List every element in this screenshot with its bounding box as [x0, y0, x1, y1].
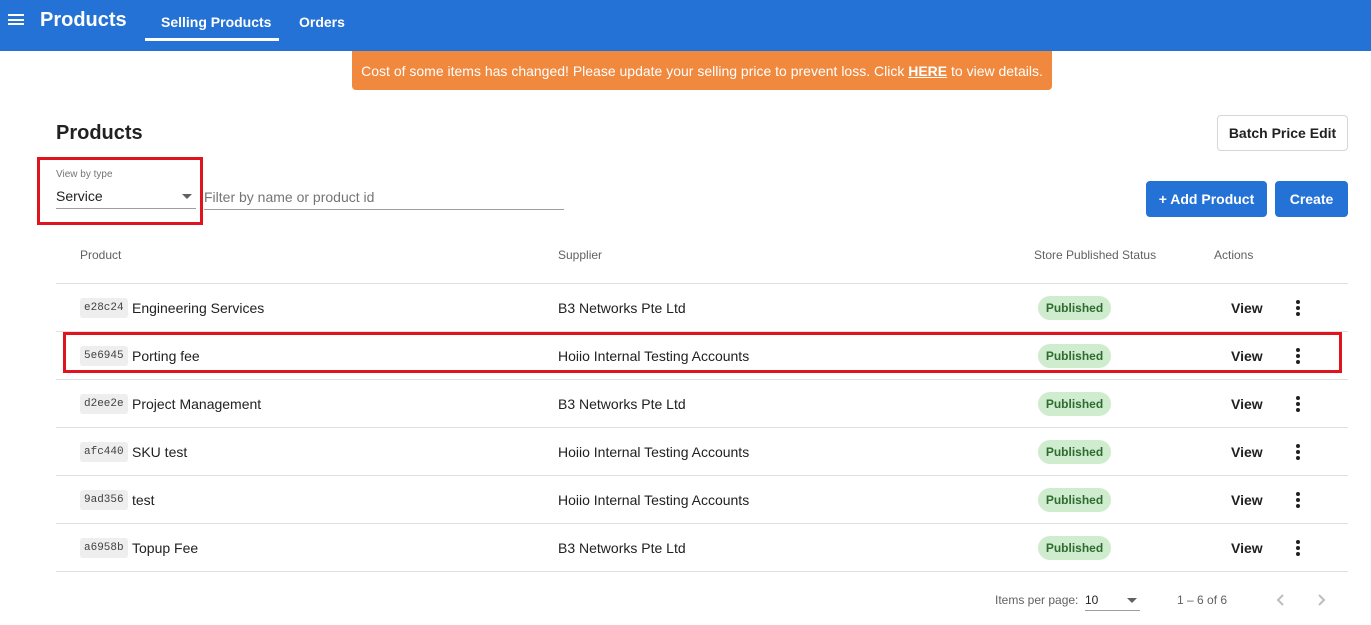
product-name: Project Management [132, 396, 262, 412]
add-product-button[interactable]: + Add Product [1146, 181, 1267, 217]
table-row[interactable]: 5e6945 Porting fee Hoiio Internal Testin… [56, 332, 1348, 380]
status-badge: Published [1038, 344, 1111, 368]
more-vert-icon[interactable] [1292, 491, 1304, 509]
page-title: Products [56, 122, 143, 144]
product-id-chip: d2ee2e [80, 394, 128, 414]
product-id-chip: e28c24 [80, 298, 128, 318]
supplier-name: B3 Networks Pte Ltd [558, 300, 686, 316]
tab-selling-products[interactable]: Selling Products [161, 14, 271, 30]
banner-here-link[interactable]: HERE [908, 63, 947, 79]
items-per-page-select[interactable]: 10 [1085, 588, 1140, 612]
supplier-name: Hoiio Internal Testing Accounts [558, 492, 750, 508]
active-tab-indicator [145, 38, 279, 41]
top-app-bar: Products Selling Products Orders [0, 0, 1371, 51]
column-header-status: Store Published Status [1034, 248, 1157, 262]
more-vert-icon[interactable] [1292, 299, 1304, 317]
product-id-chip: a6958b [80, 538, 128, 558]
column-header-actions: Actions [1214, 248, 1254, 262]
product-name: Topup Fee [132, 540, 199, 556]
product-id-chip: 9ad356 [80, 490, 128, 510]
column-header-supplier: Supplier [558, 248, 603, 262]
status-badge: Published [1038, 440, 1111, 464]
price-change-banner: Cost of some items has changed! Please u… [352, 51, 1052, 90]
menu-icon[interactable] [8, 14, 24, 28]
table-row[interactable]: e28c24 Engineering Services B3 Networks … [56, 284, 1348, 332]
banner-text-end: to view details. [947, 63, 1043, 79]
app-title: Products [40, 9, 127, 31]
status-badge: Published [1038, 536, 1111, 560]
dropdown-arrow-icon [1127, 598, 1137, 603]
select-underline [56, 208, 196, 209]
supplier-name: Hoiio Internal Testing Accounts [558, 444, 750, 460]
view-button[interactable]: View [1231, 300, 1263, 316]
view-button[interactable]: View [1231, 348, 1263, 364]
view-button[interactable]: View [1231, 396, 1263, 412]
previous-page-button[interactable] [1271, 590, 1291, 610]
product-id-chip: afc440 [80, 442, 128, 462]
tab-orders[interactable]: Orders [299, 14, 345, 30]
batch-price-edit-button[interactable]: Batch Price Edit [1217, 115, 1348, 151]
table-row[interactable]: d2ee2e Project Management B3 Networks Pt… [56, 380, 1348, 428]
next-page-button[interactable] [1311, 590, 1331, 610]
pagination-range: 1 – 6 of 6 [1177, 593, 1228, 607]
items-per-page-value: 10 [1085, 593, 1099, 607]
more-vert-icon[interactable] [1292, 347, 1304, 365]
column-header-product: Product [80, 248, 122, 262]
view-by-type-label: View by type [56, 169, 113, 180]
chevron-left-icon [1276, 594, 1284, 606]
items-per-page-label: Items per page: [995, 593, 1079, 607]
table-row[interactable]: a6958b Topup Fee B3 Networks Pte Ltd Pub… [56, 524, 1348, 572]
banner-text: Cost of some items has changed! Please u… [361, 63, 909, 79]
dropdown-arrow-icon [182, 194, 192, 199]
view-button[interactable]: View [1231, 492, 1263, 508]
create-button[interactable]: Create [1275, 181, 1348, 217]
chevron-right-icon [1318, 594, 1326, 606]
table-row[interactable]: 9ad356 test Hoiio Internal Testing Accou… [56, 476, 1348, 524]
product-name: Engineering Services [132, 300, 265, 316]
filter-search-input[interactable] [204, 185, 564, 210]
view-button[interactable]: View [1231, 444, 1263, 460]
product-id-chip: 5e6945 [80, 346, 128, 366]
status-badge: Published [1038, 488, 1111, 512]
supplier-name: B3 Networks Pte Ltd [558, 540, 686, 556]
supplier-name: Hoiio Internal Testing Accounts [558, 348, 750, 364]
supplier-name: B3 Networks Pte Ltd [558, 396, 686, 412]
view-by-type-select[interactable]: View by type Service [56, 169, 196, 209]
select-underline [1085, 610, 1140, 611]
more-vert-icon[interactable] [1292, 539, 1304, 557]
product-name: Porting fee [132, 348, 200, 364]
table-row[interactable]: afc440 SKU test Hoiio Internal Testing A… [56, 428, 1348, 476]
more-vert-icon[interactable] [1292, 395, 1304, 413]
view-by-type-value: Service [56, 188, 103, 204]
status-badge: Published [1038, 392, 1111, 416]
status-badge: Published [1038, 296, 1111, 320]
view-button[interactable]: View [1231, 540, 1263, 556]
product-name: test [132, 492, 155, 508]
product-name: SKU test [132, 444, 188, 460]
more-vert-icon[interactable] [1292, 443, 1304, 461]
